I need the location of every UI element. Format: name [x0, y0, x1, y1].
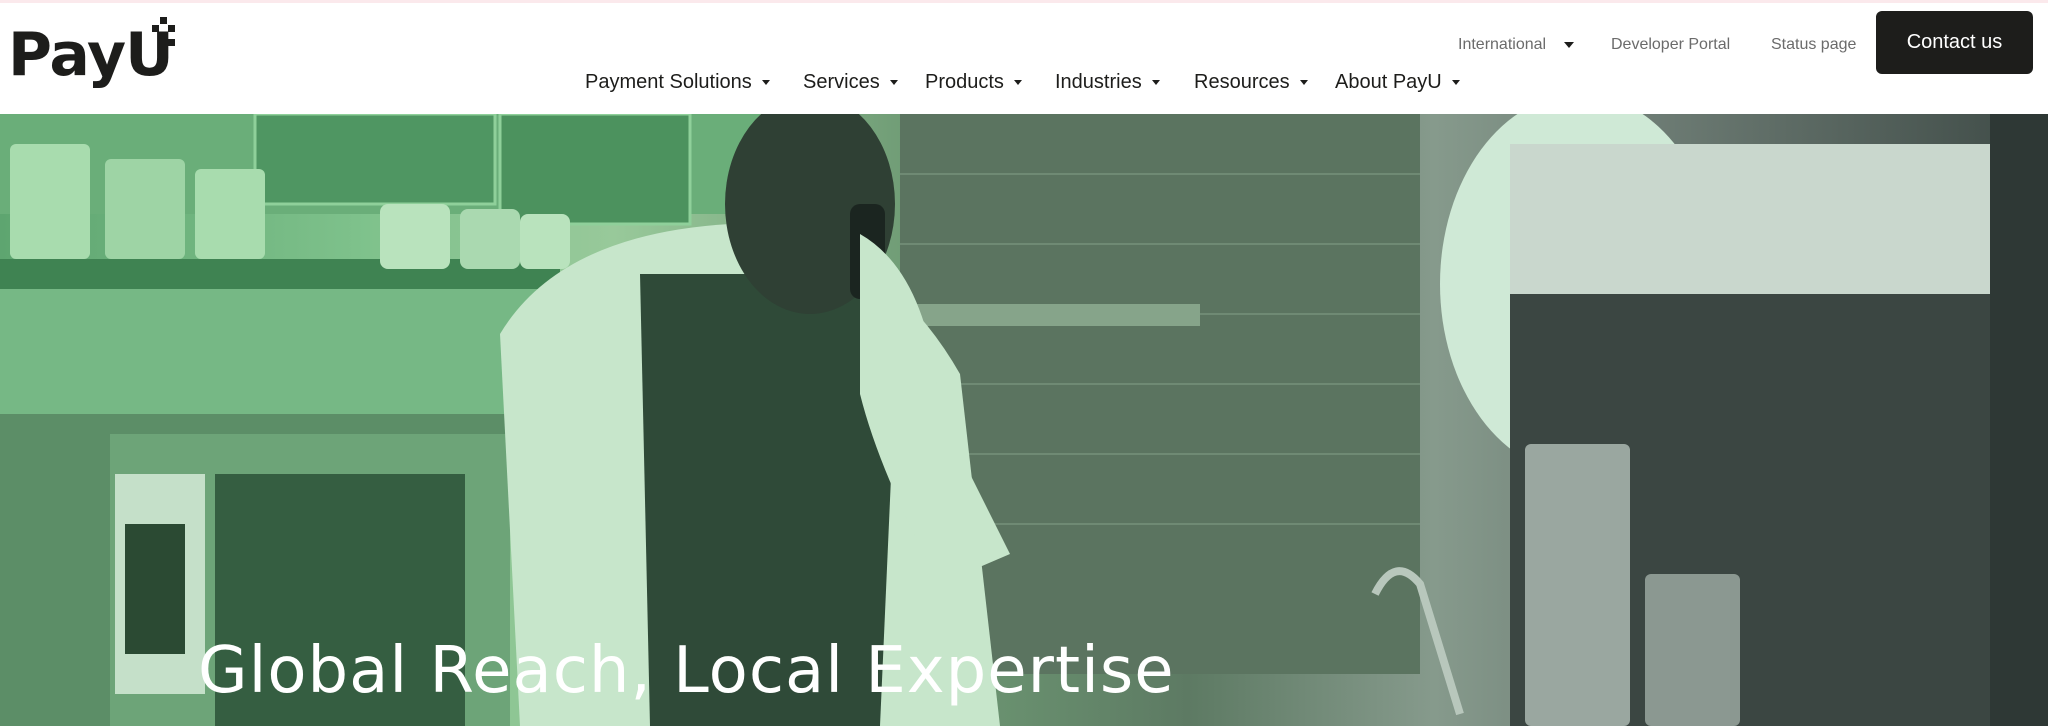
nav-item-label: Services — [803, 70, 880, 93]
nav-item-services[interactable]: Services — [803, 67, 898, 97]
hero-banner: Global Reach, Local Expertise — [0, 114, 2048, 726]
chevron-down-icon — [1451, 79, 1460, 85]
nav-item-resources[interactable]: Resources — [1194, 67, 1308, 97]
nav-item-label: Resources — [1194, 70, 1290, 93]
hero-title: Global Reach, Local Expertise — [198, 634, 1175, 708]
payu-logo[interactable]: PayU — [8, 17, 178, 99]
nav-item-label: Industries — [1055, 70, 1142, 93]
nav-item-label: About PayU — [1335, 70, 1442, 93]
logo-pixel-mark — [148, 17, 178, 47]
nav-item-label: Payment Solutions — [585, 70, 752, 93]
chevron-down-icon — [1151, 79, 1160, 85]
chevron-down-icon — [1013, 79, 1022, 85]
nav-item-label: Products — [925, 70, 1004, 93]
caret-down-icon — [1564, 42, 1574, 48]
nav-item-industries[interactable]: Industries — [1055, 67, 1160, 97]
chevron-down-icon — [761, 79, 770, 85]
developer-portal-link[interactable]: Developer Portal — [1611, 33, 1730, 57]
chevron-down-icon — [889, 79, 898, 85]
nav-item-products[interactable]: Products — [925, 67, 1022, 97]
contact-us-button[interactable]: Contact us — [1876, 11, 2033, 74]
site-header: PayU International Developer Portal Stat… — [0, 3, 2048, 114]
nav-item-payment-solutions[interactable]: Payment Solutions — [585, 67, 770, 97]
nav-item-about-payu[interactable]: About PayU — [1335, 67, 1460, 97]
country-selector[interactable]: International — [1458, 33, 1546, 57]
chevron-down-icon — [1299, 79, 1308, 85]
status-page-link[interactable]: Status page — [1771, 33, 1856, 57]
